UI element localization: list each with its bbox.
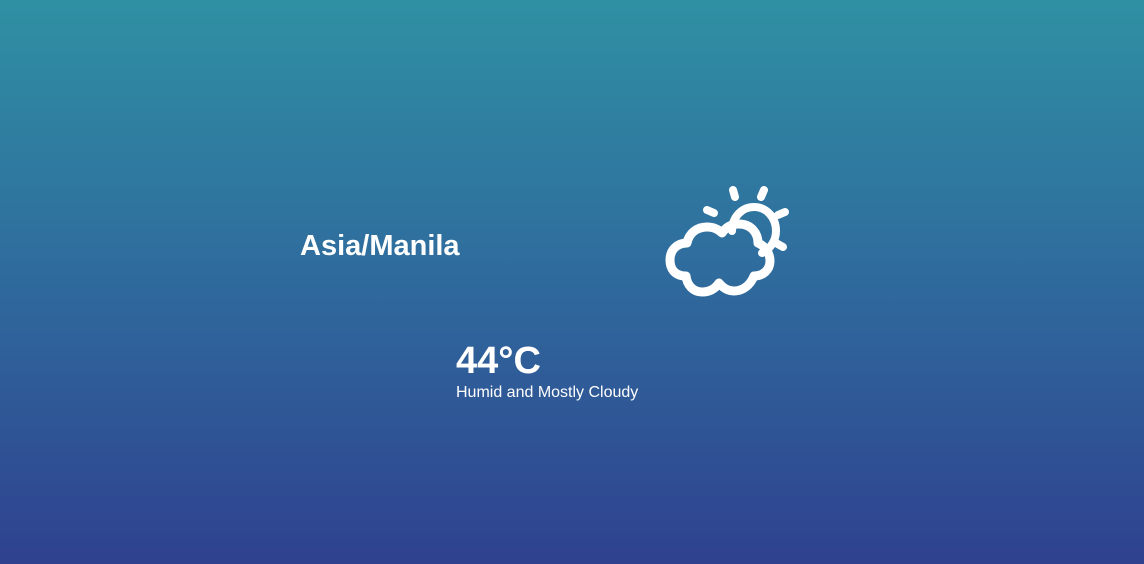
weather-condition: Humid and Mostly Cloudy (456, 384, 639, 401)
temperature-value: 44°C (456, 340, 541, 382)
location-name: Asia/Manila (300, 230, 460, 262)
partly-cloudy-icon (665, 186, 789, 297)
